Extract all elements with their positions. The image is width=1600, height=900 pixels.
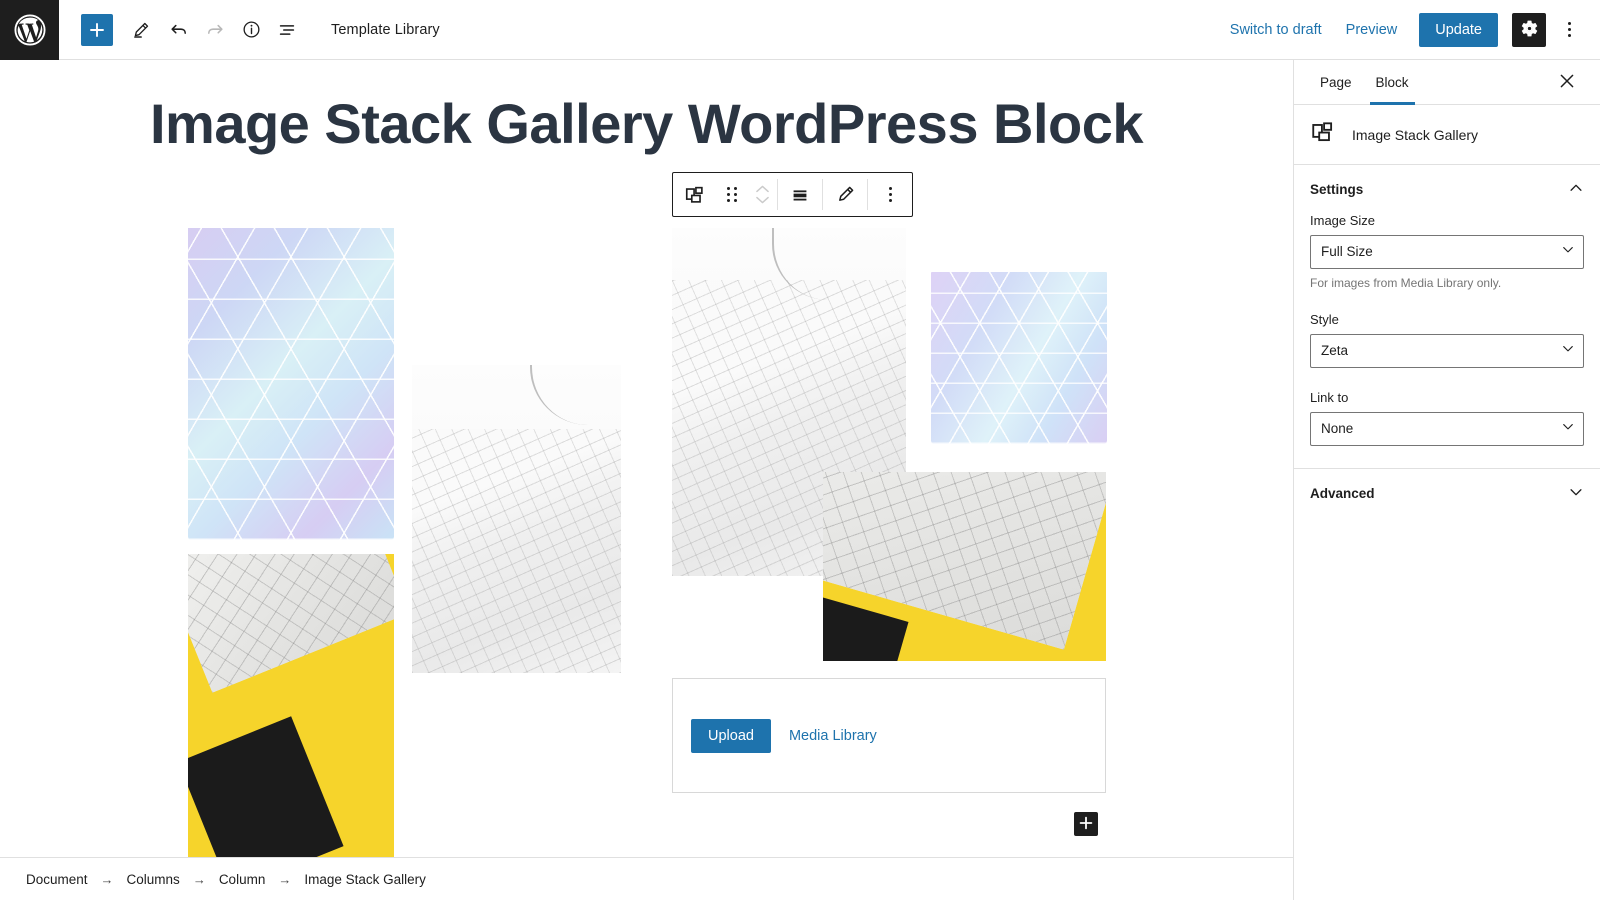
style-select[interactable]: Zeta [1310,334,1584,368]
settings-panel: Settings Image Size Full Size For images… [1294,165,1600,469]
breadcrumb: Document → Columns → Column → Image Stac… [0,857,1293,900]
media-placeholder: Upload Media Library [672,678,1106,793]
settings-panel-body: Image Size Full Size For images from Med… [1310,213,1584,468]
settings-panel-heading: Settings [1310,181,1364,197]
page-title[interactable]: Image Stack Gallery WordPress Block [0,92,1293,156]
breadcrumb-separator: → [278,871,292,887]
details-button[interactable] [233,12,269,48]
image-stack-gallery-icon [684,184,706,206]
drag-handle[interactable] [717,187,747,202]
switch-to-draft-button[interactable]: Switch to draft [1218,14,1334,46]
more-options-button[interactable] [1552,13,1586,47]
tab-block[interactable]: Block [1364,60,1421,105]
close-sidebar-button[interactable] [1548,60,1586,104]
list-view-icon [276,19,298,41]
breadcrumb-separator: → [100,871,114,887]
style-label: Style [1310,312,1339,327]
link-to-select[interactable]: None [1310,412,1584,446]
redo-button[interactable] [197,12,233,48]
top-bar-right-tools: Switch to draft Preview Update [1218,12,1600,47]
kebab-menu-icon [888,187,892,202]
add-block-button[interactable] [81,13,113,46]
block-type-button[interactable] [673,184,717,206]
selected-block-card: Image Stack Gallery [1294,105,1600,165]
breadcrumb-item-document[interactable]: Document [22,869,92,890]
editor-canvas: Image Stack Gallery WordPress Block Uplo… [0,60,1293,857]
gallery-image-1[interactable] [188,228,394,540]
undo-button[interactable] [161,12,197,48]
link-to-label: Link to [1310,390,1349,405]
align-wide-icon [789,184,811,206]
sidebar-tabs: Page Block [1294,60,1600,105]
edit-tool-button[interactable] [123,12,159,48]
settings-sidebar: Page Block Image Stack Gallery Settings [1293,60,1600,900]
edit-image-button[interactable] [823,184,867,205]
breadcrumb-item-columns[interactable]: Columns [123,869,184,890]
media-library-button[interactable]: Media Library [789,728,877,744]
kebab-menu-icon [1567,22,1571,37]
gallery-image-6[interactable] [823,472,1106,661]
drag-dots-icon [727,187,737,202]
gallery-image-5[interactable] [931,272,1107,444]
update-button[interactable]: Update [1419,12,1498,47]
upload-button[interactable]: Upload [691,718,771,753]
tab-page[interactable]: Page [1308,60,1364,104]
info-circle-icon [241,19,262,40]
gallery-image-3[interactable] [188,554,394,857]
advanced-panel-heading: Advanced [1310,485,1375,501]
wordpress-logo-button[interactable] [0,0,59,60]
image-size-help-text: For images from Media Library only. [1310,276,1502,290]
preview-button[interactable]: Preview [1334,14,1410,46]
undo-arrow-icon [168,19,190,41]
plus-icon [1079,816,1093,833]
pencil-icon [131,20,151,40]
gallery-image-2[interactable] [412,365,621,673]
plus-icon [88,21,106,39]
wordpress-logo-icon [13,13,47,47]
image-size-select[interactable]: Full Size [1310,235,1584,269]
pencil-icon [835,184,856,205]
breadcrumb-item-image-stack-gallery[interactable]: Image Stack Gallery [300,869,430,890]
settings-panel-toggle[interactable]: Settings [1310,165,1584,213]
advanced-panel-toggle[interactable]: Advanced [1310,469,1584,517]
top-bar-left-tools: Template Library [59,12,440,48]
block-toolbar-align-group [778,173,822,216]
align-button[interactable] [778,184,822,206]
append-block-button[interactable] [1074,812,1098,836]
move-up-down-button[interactable] [747,185,777,204]
link-to-field: Link to None [1310,390,1584,446]
advanced-panel: Advanced [1294,469,1600,517]
image-size-field: Image Size Full Size For images from Med… [1310,213,1584,290]
document-title: Template Library [331,21,440,38]
chevron-down-icon [1568,484,1584,503]
breadcrumb-separator: → [192,871,206,887]
block-toolbar-edit-group [823,173,867,216]
block-options-button[interactable] [868,187,912,202]
block-toolbar [672,172,913,217]
editor-top-bar: Template Library Switch to draft Preview… [0,0,1600,60]
gear-icon [1520,19,1539,41]
image-stack-gallery-icon [1310,119,1336,150]
settings-toggle-button[interactable] [1512,12,1546,47]
move-up-down-icon [755,185,769,204]
block-toolbar-more-group [868,173,912,216]
redo-arrow-icon [204,19,226,41]
selected-block-title: Image Stack Gallery [1352,126,1479,143]
list-view-button[interactable] [269,12,305,48]
image-size-label: Image Size [1310,213,1376,228]
block-toolbar-type-group [673,173,777,216]
breadcrumb-item-column[interactable]: Column [215,869,270,890]
chevron-up-icon [1568,180,1584,199]
close-icon [1559,73,1575,92]
style-field: Style Zeta [1310,312,1584,368]
